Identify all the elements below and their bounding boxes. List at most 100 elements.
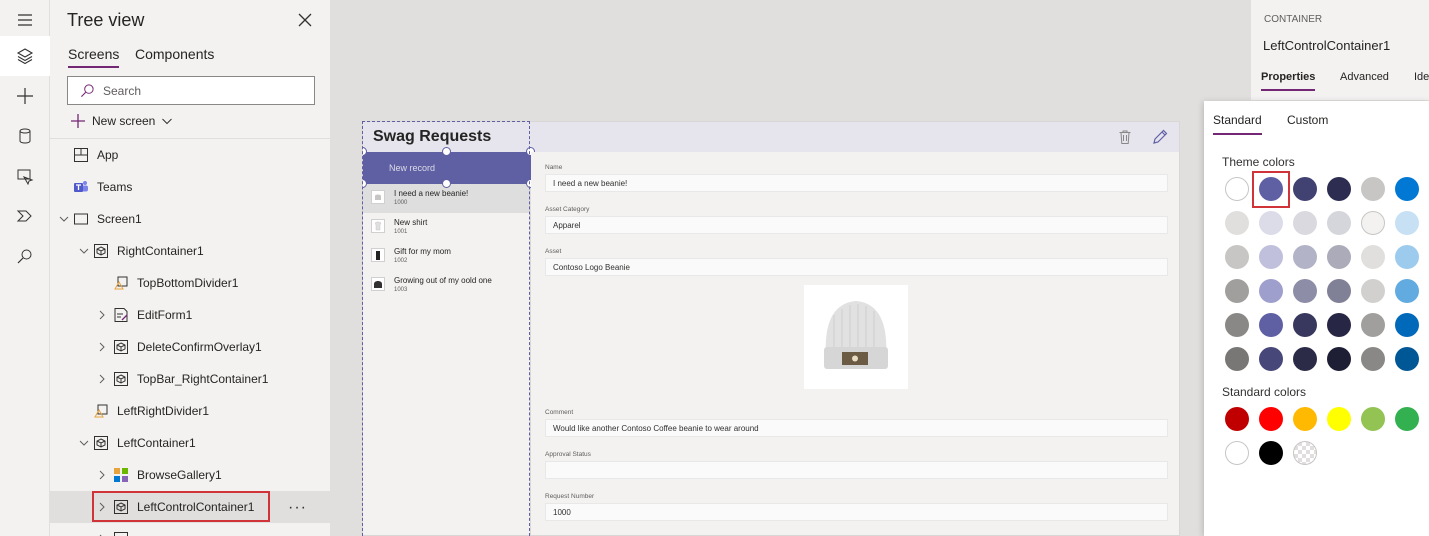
resize-handle[interactable] bbox=[442, 147, 451, 156]
delete-icon[interactable] bbox=[1117, 129, 1133, 145]
color-swatch[interactable] bbox=[1395, 211, 1419, 235]
asset-category-field[interactable]: Apparel bbox=[545, 216, 1168, 234]
chevron-down-icon[interactable] bbox=[58, 213, 70, 225]
search-input[interactable] bbox=[103, 82, 303, 100]
color-swatch[interactable] bbox=[1225, 245, 1249, 269]
gallery-item[interactable]: New shirt 1001 bbox=[363, 213, 531, 242]
left-control-container[interactable]: New record I need a new beanie! 1000 New… bbox=[363, 147, 535, 535]
media-icon[interactable] bbox=[0, 156, 50, 196]
tab-properties[interactable]: Properties bbox=[1261, 71, 1316, 91]
tree-node-editform1[interactable]: EditForm1 bbox=[50, 299, 330, 331]
color-swatch[interactable] bbox=[1225, 279, 1249, 303]
color-swatch[interactable] bbox=[1327, 407, 1351, 431]
color-swatch[interactable] bbox=[1259, 211, 1283, 235]
color-swatch[interactable] bbox=[1259, 347, 1283, 371]
tree-node-topbottomdivider1[interactable]: TopBottomDivider1 bbox=[50, 267, 330, 299]
request-number-field[interactable]: 1000 bbox=[545, 503, 1168, 521]
new-screen-button[interactable]: New screen bbox=[70, 113, 173, 129]
color-swatch[interactable] bbox=[1327, 313, 1351, 337]
color-swatch[interactable] bbox=[1293, 313, 1317, 337]
asset-field[interactable]: Contoso Logo Beanie bbox=[545, 258, 1168, 276]
tab-components[interactable]: Components bbox=[135, 46, 214, 66]
color-swatch[interactable] bbox=[1395, 177, 1419, 201]
color-swatch[interactable] bbox=[1225, 441, 1249, 465]
color-swatch[interactable] bbox=[1259, 313, 1283, 337]
color-swatch[interactable] bbox=[1259, 407, 1283, 431]
tab-standard[interactable]: Standard bbox=[1213, 113, 1262, 135]
chevron-right-icon[interactable] bbox=[96, 469, 108, 481]
gallery-item[interactable]: I need a new beanie! 1000 bbox=[363, 184, 531, 213]
chevron-down-icon[interactable] bbox=[78, 245, 90, 257]
color-swatch[interactable] bbox=[1225, 313, 1249, 337]
color-swatch[interactable] bbox=[1225, 407, 1249, 431]
tree-node-leftrightdivider1[interactable]: LeftRightDivider1 bbox=[50, 395, 330, 427]
color-swatch[interactable] bbox=[1293, 347, 1317, 371]
approval-status-field[interactable] bbox=[545, 461, 1168, 479]
chevron-down-icon[interactable] bbox=[78, 437, 90, 449]
name-field[interactable]: I need a new beanie! bbox=[545, 174, 1168, 192]
power-automate-icon[interactable] bbox=[0, 196, 50, 236]
color-swatch[interactable] bbox=[1395, 407, 1419, 431]
color-swatch[interactable] bbox=[1395, 279, 1419, 303]
color-swatch[interactable] bbox=[1293, 279, 1317, 303]
control-name[interactable]: LeftControlContainer1 bbox=[1263, 38, 1390, 53]
color-swatch[interactable] bbox=[1361, 211, 1385, 235]
color-swatch[interactable] bbox=[1327, 347, 1351, 371]
tree-node-screen1[interactable]: Screen1 bbox=[50, 203, 330, 235]
search-icon[interactable] bbox=[0, 236, 50, 276]
color-swatch[interactable] bbox=[1361, 313, 1385, 337]
color-swatch[interactable] bbox=[1395, 313, 1419, 337]
database-icon[interactable] bbox=[0, 116, 50, 156]
color-swatch[interactable] bbox=[1327, 279, 1351, 303]
color-swatch[interactable] bbox=[1293, 407, 1317, 431]
color-swatch[interactable] bbox=[1259, 279, 1283, 303]
color-swatch[interactable] bbox=[1361, 245, 1385, 269]
color-swatch[interactable] bbox=[1293, 177, 1317, 201]
tree-node-teams[interactable]: Teams bbox=[50, 171, 330, 203]
comment-field[interactable]: Would like another Contoso Coffee beanie… bbox=[545, 419, 1168, 437]
app-canvas: Swag Requests New record I need a new be… bbox=[362, 121, 1180, 536]
resize-handle[interactable] bbox=[442, 179, 451, 188]
chevron-right-icon[interactable] bbox=[96, 309, 108, 321]
tree-node-partial[interactable] bbox=[50, 523, 330, 536]
plus-icon[interactable] bbox=[0, 76, 50, 116]
app-icon bbox=[74, 148, 88, 162]
color-swatch[interactable] bbox=[1361, 279, 1385, 303]
color-swatch[interactable] bbox=[1225, 211, 1249, 235]
color-swatch[interactable] bbox=[1327, 211, 1351, 235]
color-swatch[interactable] bbox=[1225, 177, 1249, 201]
color-swatch[interactable] bbox=[1225, 347, 1249, 371]
tree-node-app[interactable]: App bbox=[50, 139, 330, 171]
chevron-right-icon[interactable] bbox=[96, 373, 108, 385]
chevron-right-icon[interactable] bbox=[96, 341, 108, 353]
color-swatch[interactable] bbox=[1395, 347, 1419, 371]
tab-custom[interactable]: Custom bbox=[1287, 113, 1328, 133]
tree-node-topbar-rightcontainer1[interactable]: TopBar_RightContainer1 bbox=[50, 363, 330, 395]
color-swatch[interactable] bbox=[1395, 245, 1419, 269]
color-swatch[interactable] bbox=[1361, 177, 1385, 201]
edit-icon[interactable] bbox=[1152, 129, 1168, 145]
color-swatch[interactable] bbox=[1259, 245, 1283, 269]
color-swatch[interactable] bbox=[1361, 347, 1385, 371]
color-swatch[interactable] bbox=[1293, 211, 1317, 235]
tree-node-browsegallery1[interactable]: BrowseGallery1 bbox=[50, 459, 330, 491]
color-swatch[interactable] bbox=[1361, 407, 1385, 431]
color-swatch[interactable] bbox=[1293, 441, 1317, 465]
tab-screens[interactable]: Screens bbox=[68, 46, 120, 68]
close-icon[interactable] bbox=[296, 11, 314, 29]
layers-icon[interactable] bbox=[0, 36, 50, 76]
gallery-item[interactable]: Growing out of my oold one 1003 bbox=[363, 271, 531, 300]
color-swatch[interactable] bbox=[1327, 177, 1351, 201]
tree-node-rightcontainer1[interactable]: RightContainer1 bbox=[50, 235, 330, 267]
color-swatch[interactable] bbox=[1327, 245, 1351, 269]
tree-node-leftcontainer1[interactable]: LeftContainer1 bbox=[50, 427, 330, 459]
tab-ideas[interactable]: Ide bbox=[1414, 71, 1429, 89]
hamburger-icon[interactable] bbox=[0, 0, 50, 40]
color-swatch[interactable] bbox=[1259, 441, 1283, 465]
gallery-item[interactable]: Gift for my mom 1002 bbox=[363, 242, 531, 271]
tree-node-deleteconfirmoverlay1[interactable]: DeleteConfirmOverlay1 bbox=[50, 331, 330, 363]
more-options-button[interactable]: ··· bbox=[288, 499, 307, 517]
tab-advanced[interactable]: Advanced bbox=[1340, 71, 1389, 89]
color-swatch[interactable] bbox=[1293, 245, 1317, 269]
tree-node-label: App bbox=[97, 148, 119, 162]
